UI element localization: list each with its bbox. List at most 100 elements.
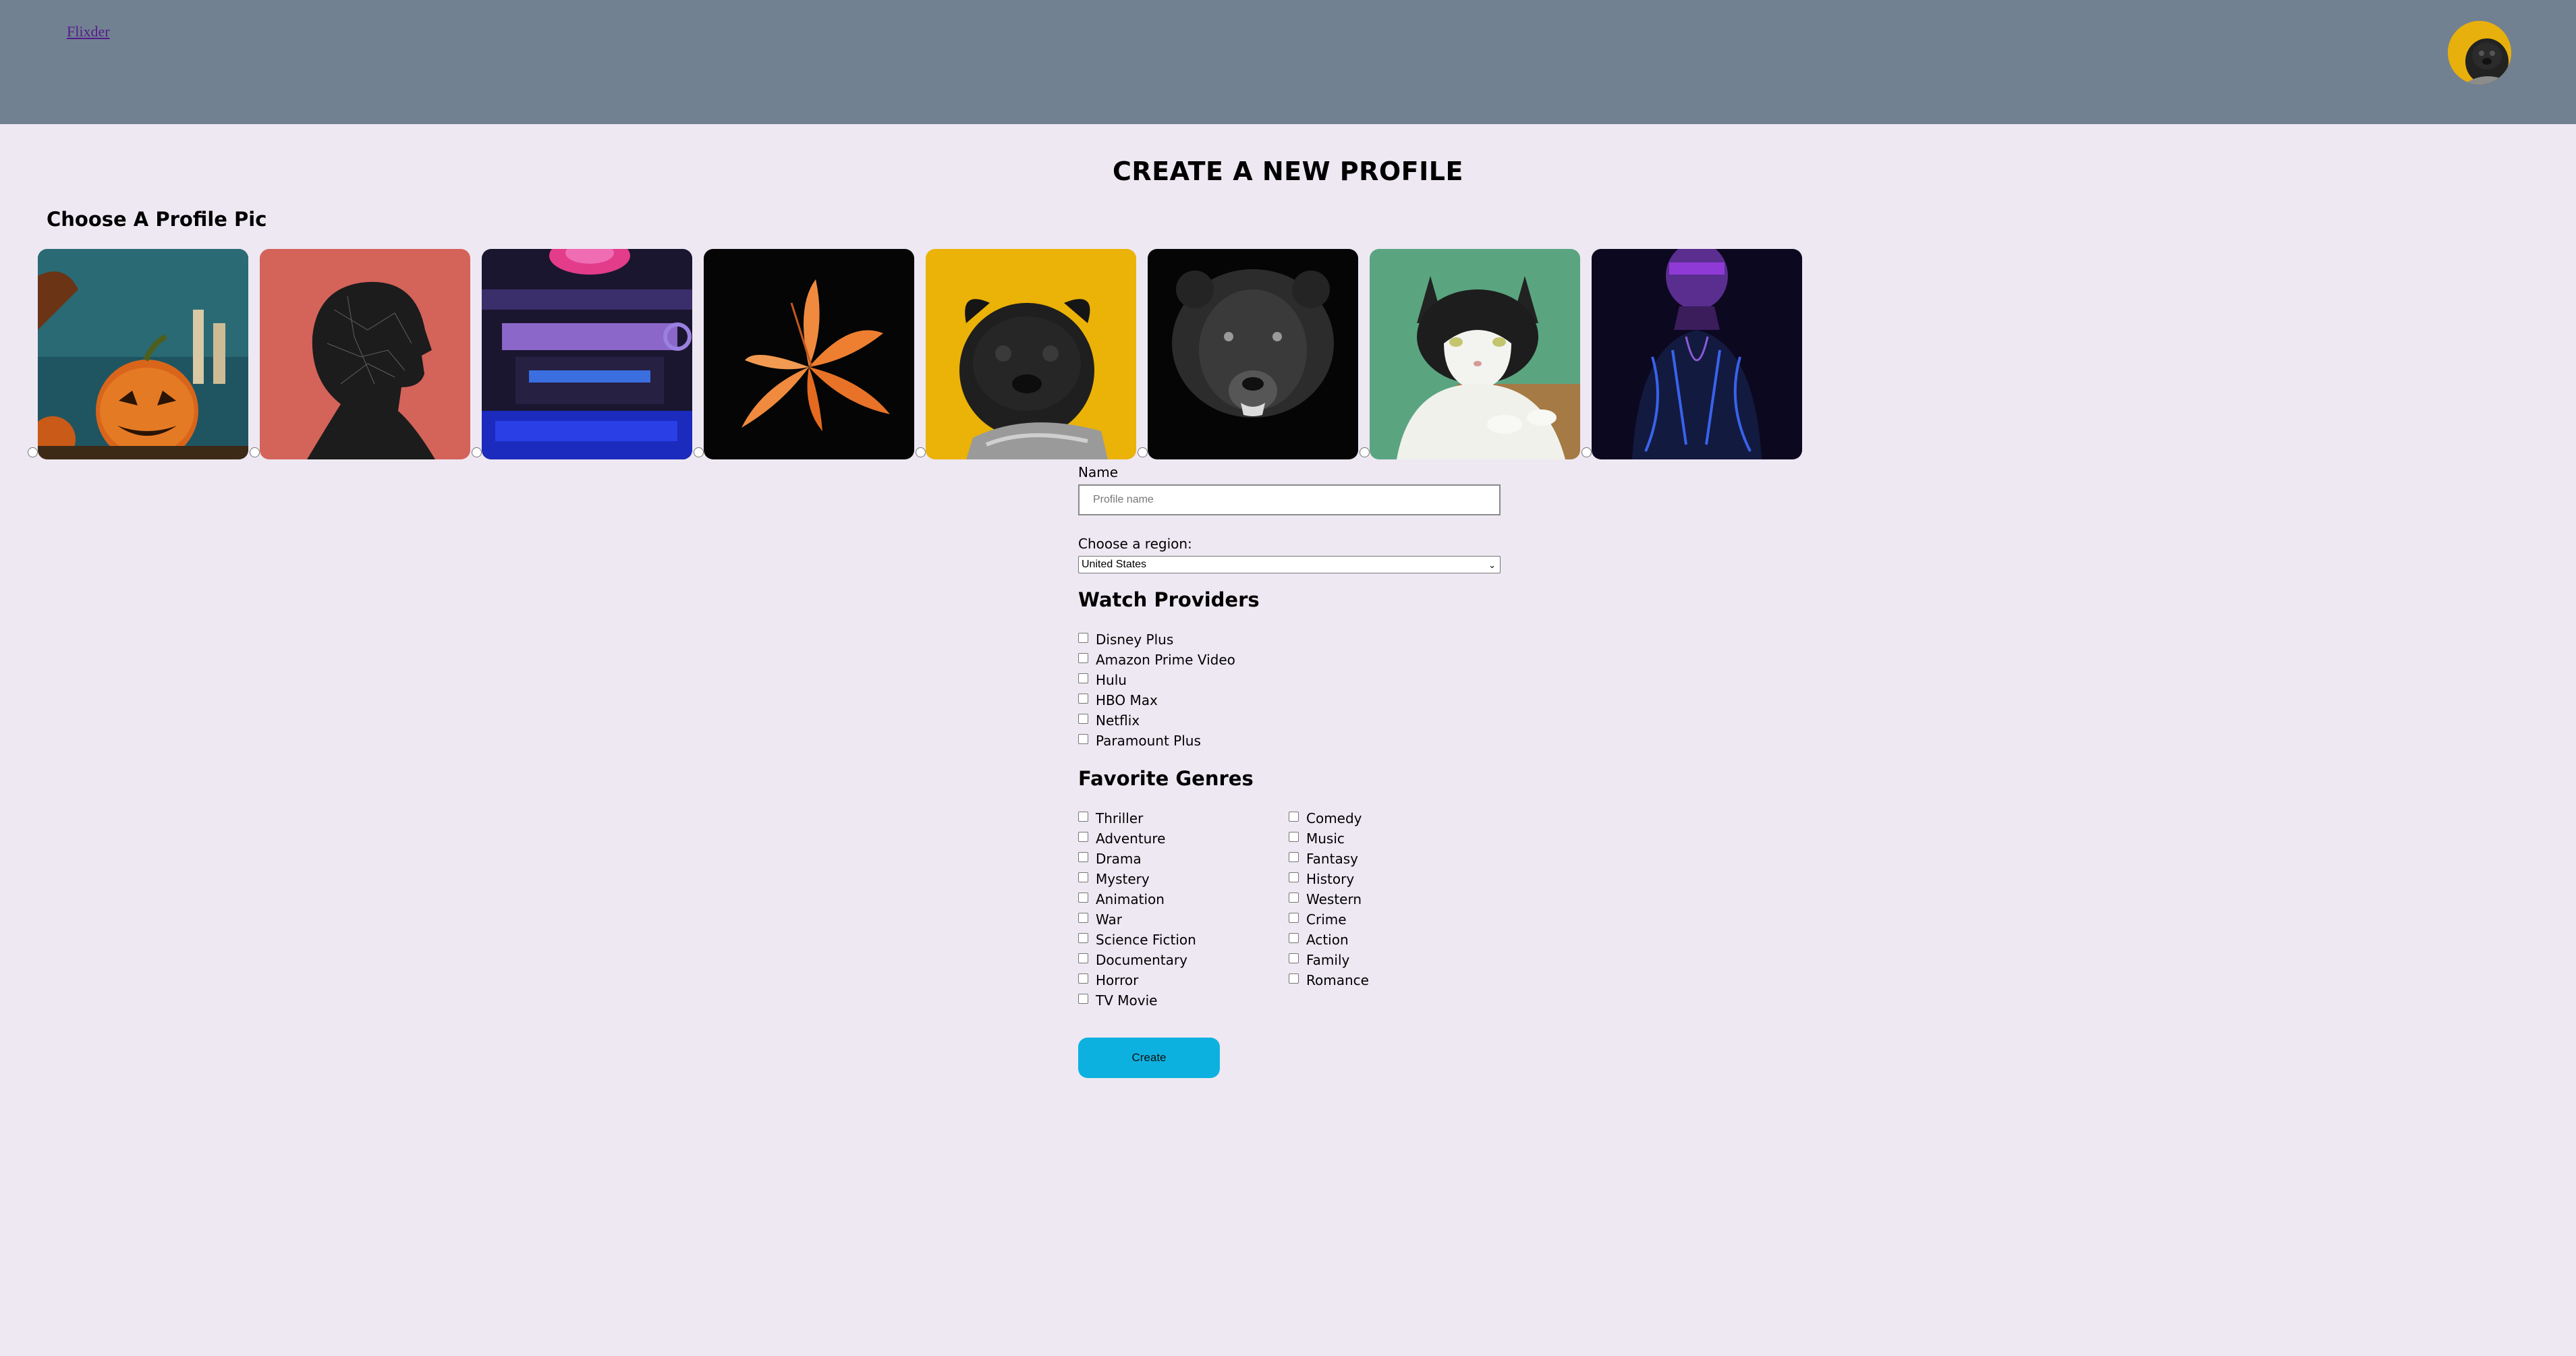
genre-option[interactable]: Adventure [1078, 831, 1196, 851]
genre-option[interactable]: Music [1289, 831, 1369, 851]
genre-option[interactable]: Crime [1289, 912, 1369, 932]
genre-checkbox[interactable] [1289, 913, 1299, 923]
genre-option[interactable]: Comedy [1289, 811, 1369, 831]
genre-option[interactable]: Horror [1078, 973, 1196, 993]
genre-checkbox[interactable] [1289, 893, 1299, 903]
genre-checkbox[interactable] [1078, 852, 1088, 862]
provider-option[interactable]: Hulu [1078, 673, 1235, 693]
profile-pic-radio[interactable] [1138, 447, 1148, 457]
provider-option[interactable]: Netflix [1078, 713, 1235, 733]
create-button[interactable]: Create [1078, 1038, 1220, 1078]
genre-option[interactable]: Mystery [1078, 872, 1196, 892]
profile-pic-radio[interactable] [1360, 447, 1370, 457]
genre-option[interactable]: TV Movie [1078, 993, 1196, 1013]
watch-providers-list: Disney Plus Amazon Prime Video Hulu HBO … [1078, 632, 1235, 754]
genre-label: Animation [1096, 891, 1165, 907]
genre-option[interactable]: Documentary [1078, 953, 1196, 973]
profile-pic-radio[interactable] [28, 447, 38, 457]
genre-checkbox[interactable] [1078, 973, 1088, 984]
profile-name-input[interactable] [1078, 484, 1501, 515]
genre-label: Horror [1096, 972, 1139, 988]
region-select[interactable]: United States ⌄ [1078, 556, 1501, 573]
profile-pic-radio[interactable] [472, 447, 482, 457]
user-avatar-icon[interactable] [2448, 21, 2511, 84]
genre-checkbox[interactable] [1289, 852, 1299, 862]
profile-pic-option[interactable] [694, 249, 916, 459]
genre-checkbox[interactable] [1078, 913, 1088, 923]
provider-checkbox[interactable] [1078, 673, 1088, 683]
genre-checkbox[interactable] [1078, 933, 1088, 943]
provider-option[interactable]: Paramount Plus [1078, 733, 1235, 754]
genre-label: Science Fiction [1096, 932, 1196, 948]
pug-image[interactable] [926, 249, 1136, 459]
genre-checkbox[interactable] [1289, 832, 1299, 842]
genre-checkbox[interactable] [1078, 893, 1088, 903]
genre-label: Adventure [1096, 830, 1166, 847]
provider-label: Amazon Prime Video [1096, 652, 1235, 668]
watch-providers-title: Watch Providers [1078, 588, 1260, 611]
provider-checkbox[interactable] [1078, 694, 1088, 704]
bear-image[interactable] [1148, 249, 1358, 459]
genre-option[interactable]: Science Fiction [1078, 932, 1196, 953]
genre-checkbox[interactable] [1289, 933, 1299, 943]
genre-checkbox[interactable] [1289, 812, 1299, 822]
genre-option[interactable]: Romance [1289, 973, 1369, 993]
genre-checkbox[interactable] [1078, 872, 1088, 882]
profile-pic-section-title: Choose A Profile Pic [47, 208, 267, 231]
profile-pic-radio[interactable] [916, 447, 926, 457]
genre-checkbox[interactable] [1289, 973, 1299, 984]
profile-pic-option[interactable] [250, 249, 472, 459]
provider-option[interactable]: Disney Plus [1078, 632, 1235, 652]
genre-checkbox[interactable] [1078, 832, 1088, 842]
provider-option[interactable]: HBO Max [1078, 693, 1235, 713]
genre-option[interactable]: Drama [1078, 851, 1196, 872]
genre-option[interactable]: War [1078, 912, 1196, 932]
genre-checkbox[interactable] [1289, 953, 1299, 963]
favorite-genres-title: Favorite Genres [1078, 767, 1254, 790]
genre-option[interactable]: Family [1289, 953, 1369, 973]
profile-pic-option[interactable] [472, 249, 694, 459]
provider-checkbox[interactable] [1078, 633, 1088, 643]
provider-label: Paramount Plus [1096, 733, 1201, 749]
genre-label: TV Movie [1096, 992, 1158, 1009]
genre-label: Comedy [1306, 810, 1362, 826]
genre-label: Music [1306, 830, 1345, 847]
region-label: Choose a region: [1078, 536, 1192, 552]
pc-hardware-image[interactable] [482, 249, 692, 459]
genre-option[interactable]: Fantasy [1289, 851, 1369, 872]
provider-checkbox[interactable] [1078, 734, 1088, 744]
genre-option[interactable]: Action [1289, 932, 1369, 953]
genre-option[interactable]: Thriller [1078, 811, 1196, 831]
genres-list-column-2: Comedy Music Fantasy History Western Cri… [1289, 811, 1369, 993]
profile-pic-option[interactable] [28, 249, 250, 459]
profile-pic-radio[interactable] [694, 447, 704, 457]
jack-o-lantern-image[interactable] [38, 249, 248, 459]
genre-label: Thriller [1096, 810, 1144, 826]
profile-pic-radio[interactable] [1581, 447, 1592, 457]
cat-image[interactable] [1370, 249, 1580, 459]
genre-option[interactable]: History [1289, 872, 1369, 892]
provider-checkbox[interactable] [1078, 653, 1088, 663]
genre-option[interactable]: Western [1289, 892, 1369, 912]
profile-pic-option[interactable] [916, 249, 1138, 459]
provider-option[interactable]: Amazon Prime Video [1078, 652, 1235, 673]
profile-pic-option[interactable] [1138, 249, 1360, 459]
lily-flower-image[interactable] [704, 249, 914, 459]
genre-checkbox[interactable] [1078, 812, 1088, 822]
provider-checkbox[interactable] [1078, 714, 1088, 724]
profile-pic-option[interactable] [1360, 249, 1582, 459]
genre-label: History [1306, 871, 1355, 887]
genre-option[interactable]: Animation [1078, 892, 1196, 912]
genre-checkbox[interactable] [1289, 872, 1299, 882]
home-link[interactable]: Flixder [67, 23, 110, 40]
profile-pic-radio[interactable] [250, 447, 260, 457]
head-silhouette-image[interactable] [260, 249, 470, 459]
page-title: CREATE A NEW PROFILE [1113, 157, 1463, 186]
name-label: Name [1078, 464, 1119, 480]
neon-person-image[interactable] [1592, 249, 1802, 459]
provider-label: HBO Max [1096, 692, 1158, 708]
genre-checkbox[interactable] [1078, 953, 1088, 963]
genre-checkbox[interactable] [1078, 994, 1088, 1004]
profile-pic-option[interactable] [1581, 249, 1804, 459]
top-nav-bar: Flixder [0, 0, 2576, 124]
